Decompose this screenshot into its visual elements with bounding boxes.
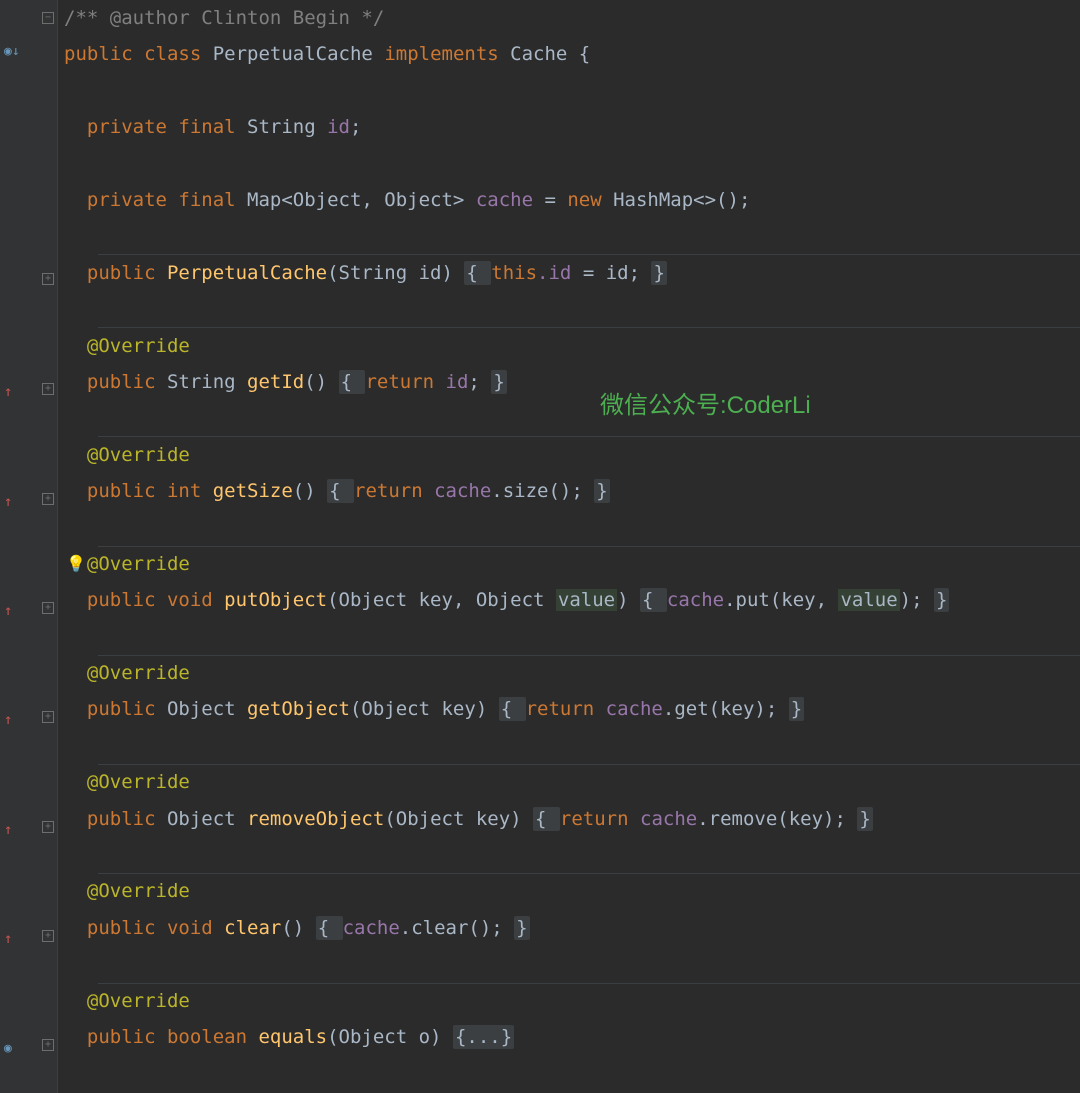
- method-getobject: public Object getObject(Object key) { re…: [64, 691, 1080, 727]
- implements-icon[interactable]: ◉↓: [0, 36, 58, 66]
- method-equals: public boolean equals(Object o) {...}: [64, 1019, 1080, 1055]
- method-putobject: public void putObject(Object key, Object…: [64, 582, 1080, 618]
- override-annotation: @Override: [64, 990, 190, 1012]
- override-annotation: @Override: [64, 880, 190, 902]
- fold-icon[interactable]: +: [42, 273, 54, 285]
- class-declaration: public class PerpetualCache implements C…: [64, 36, 1080, 72]
- javadoc-comment: /** @author Clinton Begin */: [64, 7, 384, 29]
- fold-icon[interactable]: +: [42, 493, 54, 505]
- override-annotation: @Override: [64, 771, 190, 793]
- fold-icon[interactable]: +: [42, 383, 54, 395]
- watermark-text: 微信公众号:CoderLi: [600, 385, 811, 420]
- constructor: public PerpetualCache(String id) { this.…: [64, 255, 1080, 291]
- fold-icon[interactable]: +: [42, 711, 54, 723]
- code-editor[interactable]: /** @author Clinton Begin */ public clas…: [58, 0, 1080, 1093]
- fold-icon[interactable]: +: [42, 602, 54, 614]
- override-annotation: @Override: [64, 444, 190, 466]
- bulb-icon[interactable]: 💡: [66, 546, 86, 582]
- editor-gutter: − ◉↓ + ↑ + ↑ + ↑ + ↑ + ↑ + ↑ + ◉ +: [0, 0, 58, 1093]
- fold-icon[interactable]: +: [42, 1039, 54, 1051]
- method-clear: public void clear() { cache.clear(); }: [64, 910, 1080, 946]
- fold-icon[interactable]: −: [42, 12, 54, 24]
- method-getid: public String getId() { return id; }: [64, 364, 1080, 400]
- field-cache: private final Map<Object, Object> cache …: [64, 182, 1080, 218]
- fold-icon[interactable]: +: [42, 930, 54, 942]
- field-id: private final String id;: [64, 109, 1080, 145]
- override-annotation: @Override: [64, 335, 190, 357]
- fold-icon[interactable]: +: [42, 821, 54, 833]
- method-removeobject: public Object removeObject(Object key) {…: [64, 801, 1080, 837]
- override-annotation: @Override: [64, 662, 190, 684]
- method-getsize: public int getSize() { return cache.size…: [64, 473, 1080, 509]
